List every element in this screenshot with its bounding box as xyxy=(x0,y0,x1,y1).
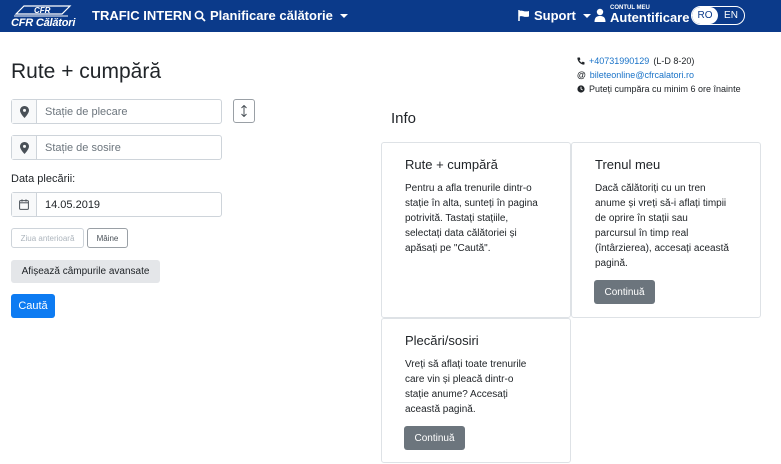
calendar-icon xyxy=(19,199,29,210)
info-card-trenul-meu: Trenul meu Dacă călătoriți cu un tren an… xyxy=(571,142,761,318)
nav-suport[interactable]: Suport xyxy=(518,8,591,23)
next-day-button[interactable]: Mâine xyxy=(87,228,128,248)
map-marker-icon xyxy=(19,105,29,118)
svg-text:CFR: CFR xyxy=(34,6,51,15)
contact-info: +40731990129 (L-D 8-20) @ bileteonline@c… xyxy=(577,54,741,96)
info-heading: Info xyxy=(391,110,417,127)
purchase-notice: Puteți cumpăra cu minim 6 ore înainte xyxy=(589,84,741,94)
login-label: Autentificare xyxy=(610,10,690,25)
previous-day-button[interactable]: Ziua anterioară xyxy=(11,228,84,248)
swap-stations-button[interactable] xyxy=(233,99,255,123)
map-marker-icon xyxy=(19,141,29,154)
at-icon: @ xyxy=(577,70,586,80)
departure-date-input[interactable]: 14.05.2019 xyxy=(37,193,221,216)
card-text: Dacă călătoriți cu un tren anume și vreț… xyxy=(595,183,729,269)
search-button[interactable]: Caută xyxy=(11,294,55,318)
nav-planificare[interactable]: Planificare călătorie xyxy=(194,8,348,23)
swap-icon xyxy=(241,105,247,117)
card-text: Vreți să aflați toate trenurile care vin… xyxy=(405,359,527,415)
continue-button-plecari[interactable]: Continuă xyxy=(404,426,465,450)
lang-ro-option[interactable]: RO xyxy=(692,7,718,24)
clock-icon xyxy=(577,85,585,93)
chevron-down-icon xyxy=(339,13,348,18)
info-card-plecari-sosiri: Plecări/sosiri Vreți să aflați toate tre… xyxy=(381,318,571,463)
nav-suport-label: Suport xyxy=(534,8,576,23)
info-card-rute: Rute + cumpără Pentru a afla trenurile d… xyxy=(381,142,571,318)
language-toggle[interactable]: RO EN xyxy=(691,6,745,25)
user-icon xyxy=(594,8,606,22)
navbar: CFR CFR Călători TRAFIC INTERN Planifica… xyxy=(0,0,781,32)
arrival-station-field[interactable]: Stație de sosire xyxy=(11,135,222,160)
departure-station-input[interactable]: Stație de plecare xyxy=(37,100,221,123)
chevron-down-icon xyxy=(582,13,591,18)
page-title: Rute + cumpără xyxy=(11,60,161,83)
card-title: Plecări/sosiri xyxy=(405,333,479,348)
train-logo-icon: CFR xyxy=(14,5,72,17)
show-advanced-fields-button[interactable]: Afișează câmpurile avansate xyxy=(11,260,160,283)
card-title: Trenul meu xyxy=(595,157,661,172)
cfr-logo[interactable]: CFR CFR Călători xyxy=(10,2,76,30)
flag-icon xyxy=(518,10,529,21)
phone-icon xyxy=(577,57,585,65)
departure-date-field[interactable]: 14.05.2019 xyxy=(11,192,222,217)
card-text: Pentru a afla trenurile dintr-o stație î… xyxy=(405,183,538,254)
phone-hours: (L-D 8-20) xyxy=(653,56,695,66)
search-icon xyxy=(194,10,206,22)
logo-text: CFR Călători xyxy=(11,17,76,29)
arrival-station-input[interactable]: Stație de sosire xyxy=(37,136,221,159)
continue-button-trenul-meu[interactable]: Continuă xyxy=(594,280,655,304)
nav-planificare-label: Planificare călătorie xyxy=(210,8,333,23)
phone-link[interactable]: +40731990129 xyxy=(589,54,649,68)
lang-en-option[interactable]: EN xyxy=(718,7,744,24)
departure-station-field[interactable]: Stație de plecare xyxy=(11,99,222,124)
account-link[interactable]: CONTUL MEU Autentificare xyxy=(594,5,689,24)
card-title: Rute + cumpără xyxy=(405,157,498,172)
nav-trafic-intern[interactable]: TRAFIC INTERN xyxy=(92,8,192,23)
date-label: Data plecării: xyxy=(11,173,76,185)
email-link[interactable]: bileteonline@cfrcalatori.ro xyxy=(590,68,694,82)
